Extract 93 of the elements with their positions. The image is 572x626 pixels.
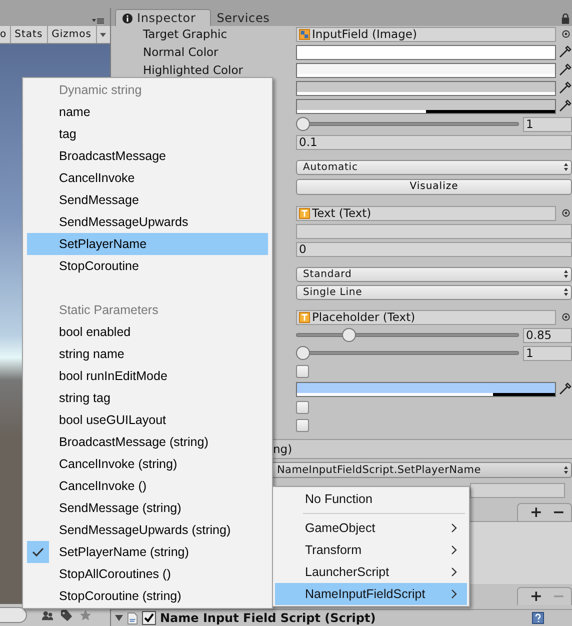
text-icon (299, 312, 310, 322)
expand-triangle-icon[interactable] (115, 615, 123, 621)
number-field[interactable]: 0 (296, 242, 572, 256)
search-field[interactable] (0, 607, 27, 623)
color-field[interactable] (296, 382, 556, 396)
menu-item[interactable]: CancelInvoke (string) (27, 453, 268, 475)
menu-item[interactable]: Transform (275, 539, 467, 561)
up-down-arrow-icon (564, 288, 568, 296)
object-picker-icon[interactable] (562, 313, 570, 321)
dropdown[interactable]: Single Line (296, 284, 572, 300)
panel-tab[interactable]: Inspector (115, 9, 211, 26)
eyedropper-icon[interactable] (558, 63, 572, 77)
component-title: Name Input Field Script (Script) (160, 611, 377, 625)
checkbox[interactable] (296, 418, 309, 432)
color-field[interactable] (296, 80, 556, 96)
object-field[interactable]: InputField (Image) (296, 26, 556, 42)
menu-item[interactable]: bool useGUILayout (27, 409, 268, 431)
number-field[interactable]: 1 (523, 346, 572, 360)
up-down-arrow-icon (564, 270, 568, 278)
panel-tab[interactable]: Services (210, 9, 284, 26)
color-field[interactable] (296, 98, 556, 114)
menu-item[interactable]: LauncherScript (275, 561, 467, 583)
people-icon[interactable] (41, 608, 54, 622)
dropdown[interactable]: Standard (296, 266, 572, 282)
toolbar-button[interactable]: Stats (10, 26, 48, 43)
list-button[interactable]: + (530, 504, 542, 521)
menu-item[interactable]: bool enabled (27, 321, 268, 343)
help-icon[interactable] (532, 612, 544, 624)
number-field[interactable]: 1 (523, 116, 572, 132)
menu-item[interactable]: BroadcastMessage (27, 145, 268, 167)
up-down-arrow-icon (564, 163, 568, 171)
checkbox[interactable] (296, 364, 309, 378)
menu-item[interactable]: SendMessage (27, 189, 268, 211)
up-down-arrow-icon (564, 466, 568, 474)
checkbox[interactable] (142, 611, 156, 625)
object-picker-icon[interactable] (562, 30, 570, 38)
object-picker-icon[interactable] (562, 209, 570, 217)
menu-item[interactable]: StopCoroutine (string) (27, 585, 268, 607)
eyedropper-icon[interactable] (558, 45, 572, 59)
info-icon (122, 12, 133, 24)
object-field[interactable]: Placeholder (Text) (296, 310, 556, 324)
panel-menu-icon[interactable] (92, 18, 104, 24)
menu-header: Static Parameters (58, 302, 160, 319)
lock-icon[interactable] (561, 13, 570, 24)
menu-item[interactable]: bool runInEditMode (27, 365, 268, 387)
menu-item[interactable]: SendMessageUpwards (string) (27, 519, 268, 541)
image-icon (299, 28, 310, 40)
menu-header: Dynamic string (58, 82, 143, 99)
star-icon[interactable] (79, 608, 92, 622)
menu-item[interactable]: StopAllCoroutines () (27, 563, 268, 585)
script-icon (127, 612, 138, 624)
menu-item[interactable]: string name (27, 343, 268, 365)
menu-item[interactable]: SendMessage (string) (27, 497, 268, 519)
event-label: ng) (273, 442, 292, 456)
menu-item[interactable]: CancelInvoke (27, 167, 268, 189)
color-field[interactable] (296, 62, 556, 78)
eyedropper-icon[interactable] (558, 382, 572, 396)
property-label: Target Graphic (143, 27, 228, 41)
dropdown[interactable]: Automatic (296, 160, 572, 174)
checkbox[interactable] (296, 400, 309, 414)
text-icon (299, 208, 310, 218)
property-label: Normal Color (143, 45, 218, 59)
menu-item[interactable]: SendMessageUpwards (27, 211, 268, 233)
slider[interactable] (296, 346, 519, 360)
slider[interactable] (296, 328, 519, 342)
number-field[interactable]: 0.85 (523, 328, 572, 342)
toolbar-button[interactable]: Gizmos (48, 26, 97, 43)
tag-icon[interactable] (60, 608, 73, 622)
menu-item[interactable]: GameObject (275, 517, 467, 539)
color-field[interactable] (296, 44, 556, 60)
menu-item[interactable]: StopCoroutine (27, 255, 268, 277)
menu-item[interactable]: SetPlayerName (27, 233, 268, 255)
menu-item[interactable]: tag (27, 123, 268, 145)
dropdown-caret-icon[interactable] (100, 32, 106, 36)
menu-item[interactable]: No Function (275, 488, 467, 510)
eyedropper-icon[interactable] (558, 99, 572, 113)
eyedropper-icon[interactable] (558, 81, 572, 95)
slider[interactable] (296, 117, 519, 131)
menu-item[interactable]: NameInputFieldScript (275, 583, 467, 605)
number-field[interactable]: 0.1 (296, 134, 572, 150)
menu-item[interactable]: BroadcastMessage (string) (27, 431, 268, 453)
visualize-button[interactable]: Visualize (296, 178, 572, 194)
property-label: Highlighted Color (143, 63, 243, 77)
argument-field[interactable] (470, 482, 565, 498)
menu-item[interactable]: string tag (27, 387, 268, 409)
object-field[interactable]: Text (Text) (296, 206, 556, 220)
menu-item[interactable]: CancelInvoke () (27, 475, 268, 497)
text-field[interactable] (296, 224, 572, 238)
list-button[interactable]: + (530, 588, 542, 605)
toolbar-button[interactable]: o (0, 26, 11, 43)
list-button[interactable]: − (552, 504, 565, 521)
menu-item[interactable]: SetPlayerName (string) (27, 541, 268, 563)
menu-item[interactable]: name (27, 101, 268, 123)
